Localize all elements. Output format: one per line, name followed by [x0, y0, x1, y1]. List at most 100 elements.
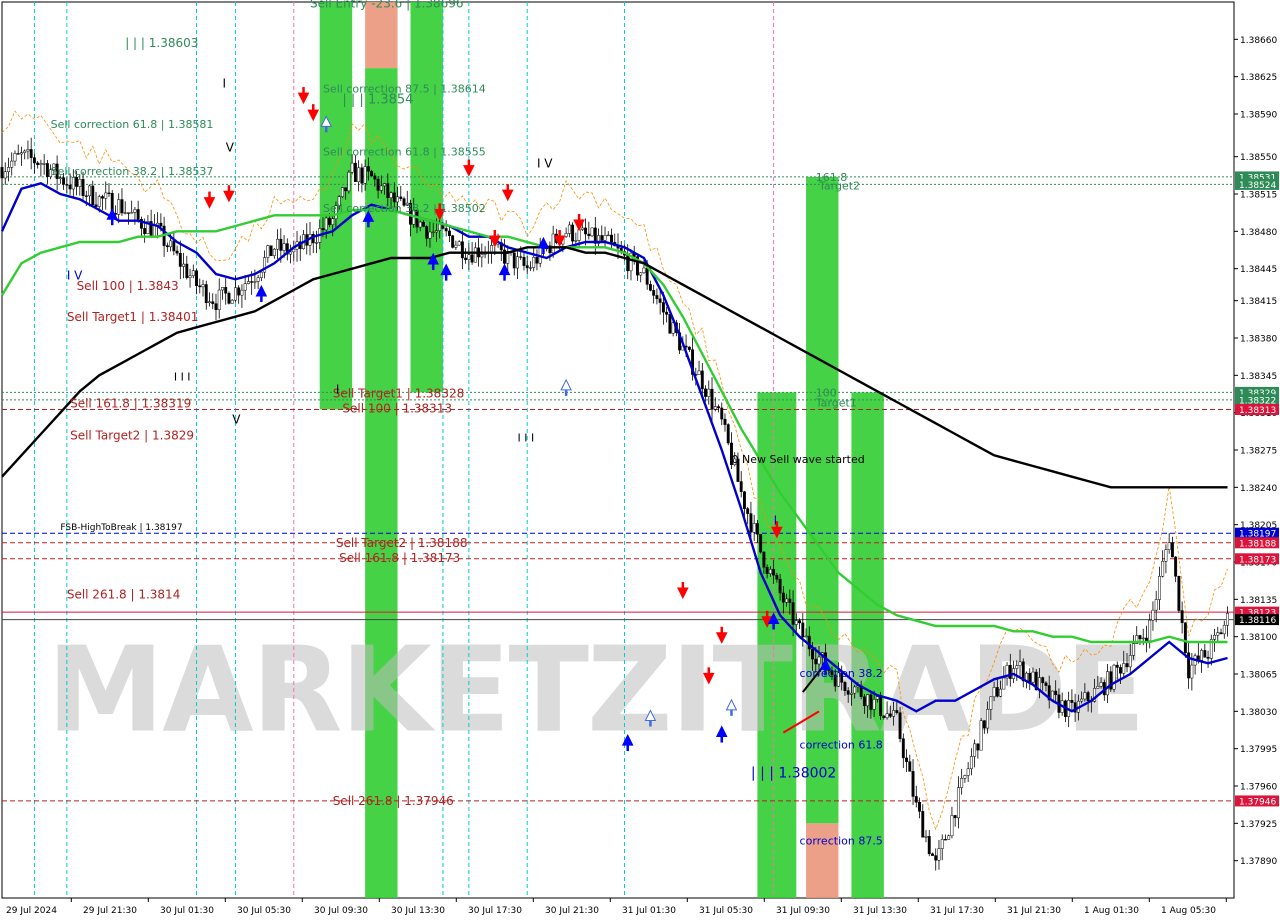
candle-body [924, 836, 928, 838]
candle-body [315, 242, 318, 244]
chart-annotation: Sell 261.8 | 1.3814 [67, 587, 181, 601]
candle-body [383, 183, 387, 187]
candle-body [869, 694, 873, 710]
candle-body [165, 245, 169, 248]
candle-body [169, 240, 173, 248]
candle-body [775, 574, 779, 580]
candle-body [814, 658, 818, 665]
candle-body [269, 245, 273, 256]
candle-body [1018, 661, 1022, 666]
price-tag-label: 1.38313 [1239, 406, 1276, 416]
candle-body [811, 648, 814, 660]
candle-body [1216, 632, 1220, 636]
candle-body [574, 240, 578, 242]
candle-body [600, 235, 604, 241]
candle-body [982, 720, 986, 729]
candle-body [62, 177, 66, 185]
chart-annotation: Sell Target2 | 1.3829 [70, 428, 194, 442]
y-tick-label: 1.38345 [1240, 372, 1277, 382]
price-tag-label: 1.38188 [1239, 539, 1276, 549]
candle-body [26, 149, 30, 152]
candle-body [1183, 622, 1187, 653]
candle-body [428, 231, 432, 239]
candle-body [713, 406, 717, 410]
price-tag-label: 1.38116 [1239, 616, 1276, 626]
x-tick-label: 30 Jul 05:30 [237, 906, 291, 916]
chart-annotation: Sell 100 | 1.3843 [77, 279, 179, 293]
candle-body [379, 185, 383, 191]
candle-body [778, 578, 782, 594]
y-tick-label: 1.38030 [1240, 708, 1277, 718]
candle-body [921, 811, 925, 838]
candle-body [32, 157, 36, 164]
candle-body [697, 370, 701, 376]
chart-annotation: | | | 1.38002 [751, 765, 836, 781]
candle-body [425, 226, 429, 239]
candle-body [752, 523, 756, 533]
candle-body [1128, 655, 1132, 668]
candle-body [966, 768, 970, 776]
y-tick-label: 1.38380 [1240, 335, 1277, 345]
candle-body [88, 185, 91, 197]
candle-body [791, 602, 795, 625]
chart-annotation: Sell correction 38.2 | 1.38537 [51, 165, 214, 178]
y-tick-label: 1.38100 [1240, 633, 1277, 643]
candle-body [1054, 690, 1058, 696]
candle-body [642, 267, 646, 274]
candle-body [704, 388, 707, 397]
chart-annotation: I I I [517, 431, 534, 444]
candle-body [1206, 656, 1210, 659]
candle-body [324, 217, 328, 231]
candle-body [195, 270, 198, 287]
candle-body [1167, 542, 1171, 550]
candle-body [1203, 650, 1207, 658]
candle-body [191, 270, 195, 277]
candle-body [937, 848, 941, 861]
candle-body [201, 284, 205, 288]
y-tick-label: 1.38660 [1240, 36, 1277, 46]
candle-body [36, 162, 40, 165]
candle-body [198, 285, 202, 288]
candle-body [911, 771, 915, 797]
y-tick-label: 1.38515 [1240, 191, 1277, 201]
candle-body [979, 720, 983, 751]
candle-body [68, 184, 72, 190]
candle-body [243, 283, 247, 291]
y-tick-label: 1.38275 [1240, 447, 1277, 457]
candle-body [843, 682, 847, 691]
candle-body [648, 284, 652, 291]
candle-body [473, 247, 477, 263]
candle-body [366, 166, 370, 172]
candle-body [240, 289, 244, 296]
candle-body [185, 263, 189, 278]
x-tick-label: 29 Jul 21:30 [83, 906, 137, 916]
candle-body [944, 839, 947, 841]
candle-body [1154, 599, 1158, 611]
candle-body [986, 709, 990, 729]
candle-body [204, 284, 208, 304]
candle-body [152, 225, 156, 237]
chart-annotation: Sell 161.8 | 1.38173 [339, 551, 460, 565]
chart-annotation: Sell correction 61.8 | 1.38581 [51, 118, 214, 131]
price-chart[interactable]: MARKETZITRADE FSB-HighToBreak | 1.38197 Se… [0, 0, 1280, 920]
y-tick-label: 1.38625 [1240, 73, 1277, 83]
candle-body [175, 250, 179, 254]
candle-body [182, 263, 186, 267]
y-tick-label: 1.38065 [1240, 671, 1277, 681]
chart-annotation: correction 87.5 [800, 835, 883, 848]
candle-body [29, 149, 33, 158]
candle-body [742, 491, 746, 509]
candle-body [1041, 677, 1045, 684]
chart-annotation: Sell Entry -23.6 | 1.38696 [310, 0, 464, 10]
candle-body [1099, 682, 1103, 687]
chart-annotation: correction 38.2 [800, 667, 883, 680]
candle-body [221, 287, 224, 291]
candle-body [707, 388, 711, 397]
chart-annotation: Sell Target1 | 1.38328 [333, 387, 465, 401]
candle-body [340, 187, 344, 197]
candle-body [42, 163, 46, 165]
candle-body [480, 254, 484, 258]
candle-body [1177, 576, 1181, 611]
chart-annotation: Target2 [818, 180, 860, 193]
candle-body [1044, 682, 1048, 686]
